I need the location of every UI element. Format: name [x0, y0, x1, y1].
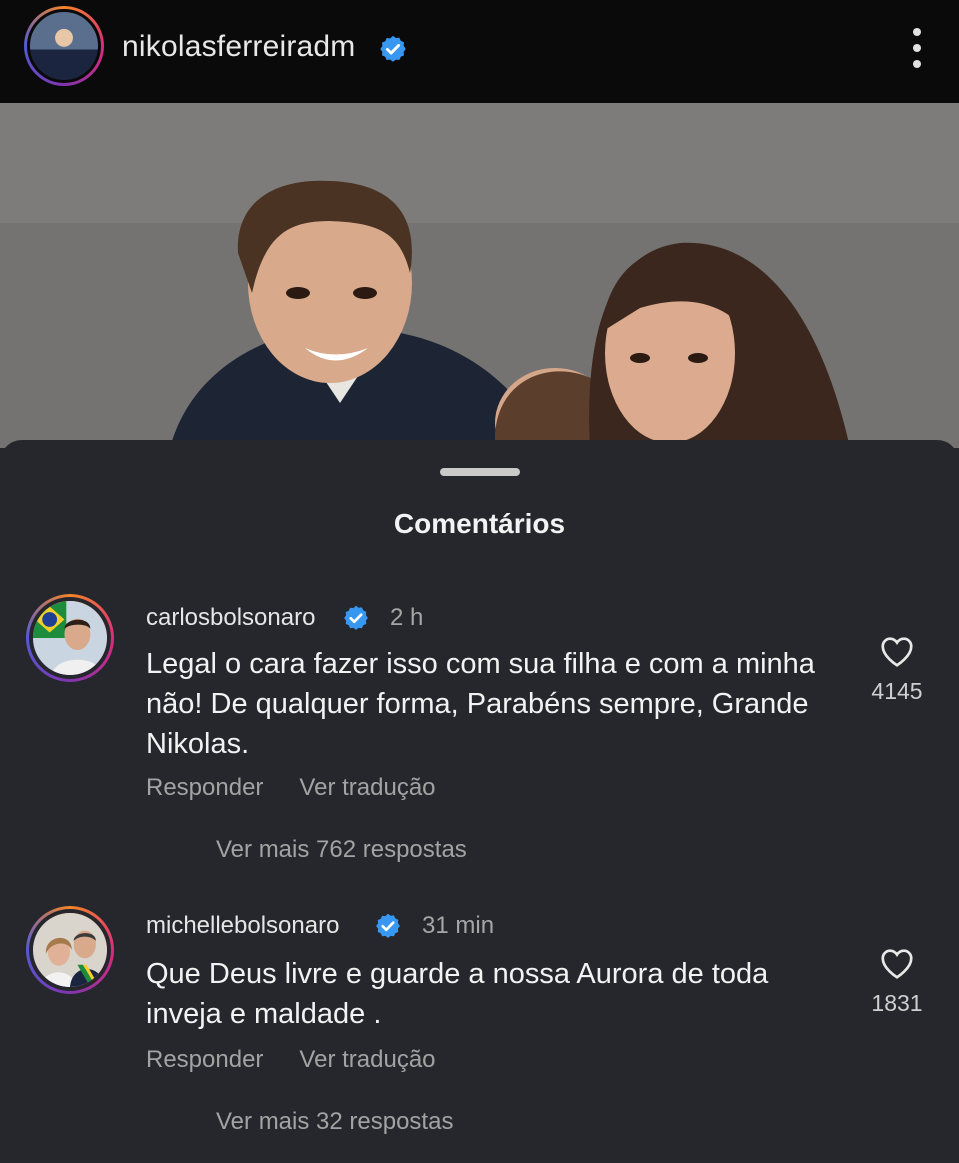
comment-actions: Responder Ver tradução [146, 774, 436, 802]
heart-icon[interactable] [879, 634, 915, 668]
verified-badge-icon [374, 912, 402, 940]
like-control: 1831 [862, 946, 932, 1017]
comment-time: 31 min [422, 912, 495, 939]
comment-text: Legal o cara fazer isso com sua filha e … [146, 648, 815, 760]
profile-avatar[interactable] [24, 6, 104, 86]
post-photo-illustration [0, 103, 959, 448]
commenter-avatar[interactable] [26, 594, 114, 682]
reply-button[interactable]: Responder [146, 1046, 263, 1074]
comment-time: 2 h [390, 604, 424, 631]
post-photo [0, 103, 959, 448]
like-control: 4145 [862, 634, 932, 705]
sheet-drag-handle[interactable] [440, 468, 520, 476]
comment-username[interactable]: michellebolsonaro [146, 912, 339, 940]
app-frame: nikolasferreiradm Comentários carlosbols… [0, 0, 959, 1163]
like-count: 4145 [871, 678, 923, 704]
translate-button[interactable]: Ver tradução [299, 1046, 435, 1074]
reply-button[interactable]: Responder [146, 774, 263, 802]
comments-sheet: Comentários carlosbolsonaro 2 h Legal o … [0, 440, 959, 1163]
view-more-replies[interactable]: Ver mais 762 respostas [216, 836, 467, 864]
view-more-replies[interactable]: Ver mais 32 respostas [216, 1108, 453, 1136]
avatar-image [29, 597, 111, 679]
post-header: nikolasferreiradm [0, 0, 959, 103]
commenter-avatar[interactable] [26, 906, 114, 994]
more-vertical-icon[interactable] [911, 28, 923, 68]
header-username[interactable]: nikolasferreiradm [122, 30, 355, 64]
comment-text: Que Deus livre e guarde a nossa Aurora d… [146, 958, 769, 1030]
translate-button[interactable]: Ver tradução [299, 774, 435, 802]
comment-username[interactable]: carlosbolsonaro [146, 604, 315, 632]
comment-actions: Responder Ver tradução [146, 1046, 436, 1074]
like-count: 1831 [871, 990, 923, 1016]
verified-badge-icon [342, 604, 370, 632]
verified-badge-icon [378, 34, 408, 64]
heart-icon[interactable] [879, 946, 915, 980]
avatar-image [27, 9, 101, 83]
sheet-title: Comentários [393, 508, 566, 539]
avatar-image [29, 909, 111, 991]
